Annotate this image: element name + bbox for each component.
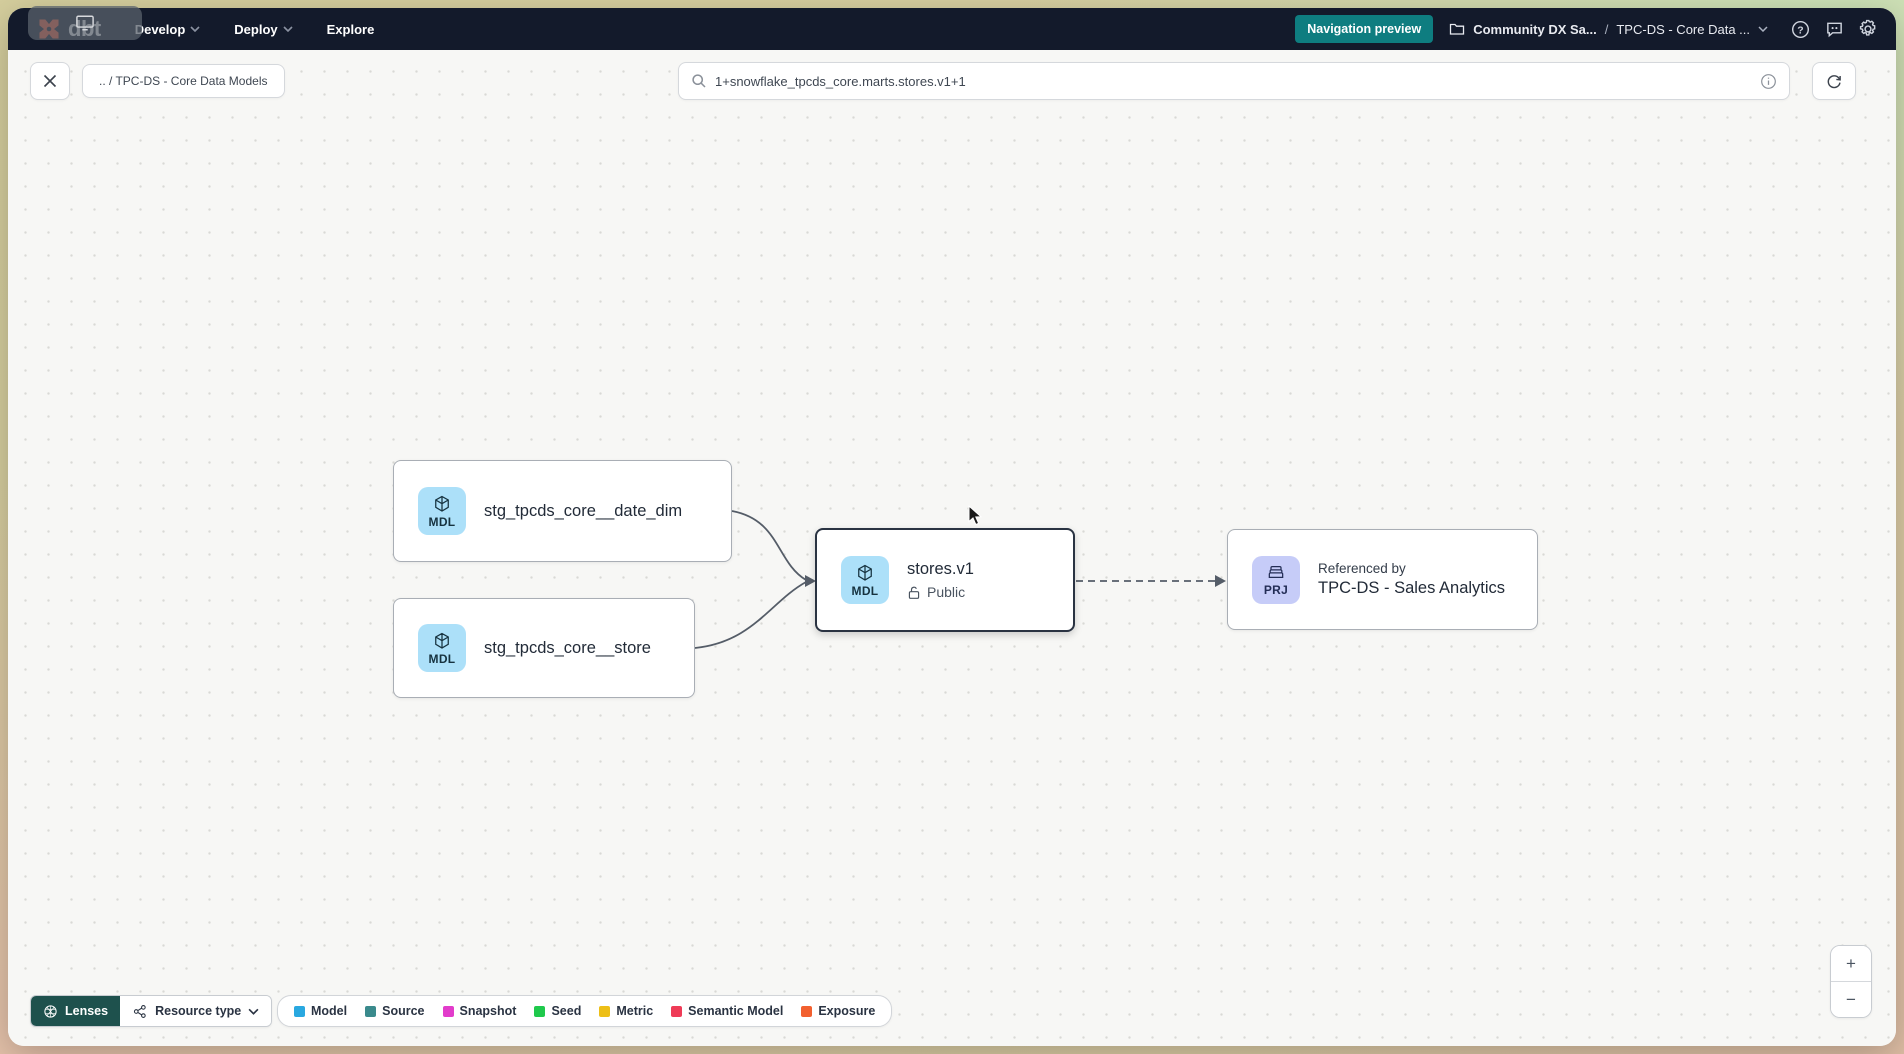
legend-label: Semantic Model bbox=[688, 1004, 783, 1018]
lineage-search-bar bbox=[678, 62, 1790, 100]
navigation-preview-badge[interactable]: Navigation preview bbox=[1295, 15, 1433, 43]
legend-swatch bbox=[443, 1006, 454, 1017]
breadcrumb-current[interactable]: TPC-DS - Core Data ... bbox=[1616, 22, 1750, 37]
node-access: Public bbox=[907, 584, 974, 600]
legend-label: Snapshot bbox=[460, 1004, 517, 1018]
screenshare-indicator bbox=[28, 6, 142, 40]
legend-swatch bbox=[599, 1006, 610, 1017]
model-badge: MDL bbox=[841, 556, 889, 604]
node-label: stg_tpcds_core__store bbox=[484, 639, 651, 658]
navbar-icons: ? bbox=[1790, 19, 1878, 39]
nav-explore-label: Explore bbox=[327, 22, 375, 37]
project-badge: PRJ bbox=[1252, 556, 1300, 604]
legend-label: Metric bbox=[616, 1004, 653, 1018]
navbar-right: Navigation preview Community DX Sa... / … bbox=[1295, 15, 1878, 43]
legend-label: Model bbox=[311, 1004, 347, 1018]
nav-explore[interactable]: Explore bbox=[327, 22, 375, 37]
refresh-lineage-button[interactable] bbox=[1812, 62, 1856, 100]
close-lineage-button[interactable] bbox=[30, 62, 70, 100]
legend-swatch bbox=[365, 1006, 376, 1017]
search-icon bbox=[691, 73, 707, 89]
node-stg-tpcds-core-store[interactable]: MDL stg_tpcds_core__store bbox=[393, 598, 695, 698]
unlock-icon bbox=[907, 585, 921, 600]
nav-develop[interactable]: Develop bbox=[135, 22, 201, 37]
cube-icon bbox=[432, 494, 452, 514]
legend-label: Source bbox=[382, 1004, 424, 1018]
main-nav: Develop Deploy Explore bbox=[135, 22, 375, 37]
badge-label: PRJ bbox=[1264, 583, 1288, 597]
feedback-icon[interactable] bbox=[1824, 19, 1844, 39]
node-label: TPC-DS - Sales Analytics bbox=[1318, 579, 1505, 598]
legend-swatch bbox=[294, 1006, 305, 1017]
svg-text:?: ? bbox=[1797, 25, 1803, 36]
project-stack-icon bbox=[1266, 562, 1286, 582]
resource-type-dropdown[interactable]: Resource type bbox=[120, 996, 271, 1026]
zoom-in-button[interactable]: + bbox=[1831, 946, 1871, 982]
lens-icon bbox=[43, 1004, 58, 1019]
node-stg-tpcds-core-date-dim[interactable]: MDL stg_tpcds_core__date_dim bbox=[393, 460, 732, 562]
node-label: stores.v1 bbox=[907, 560, 974, 579]
model-badge: MDL bbox=[418, 487, 466, 535]
legend-swatch bbox=[534, 1006, 545, 1017]
chevron-down-icon bbox=[248, 1008, 259, 1015]
legend-swatch bbox=[801, 1006, 812, 1017]
legend-item-model: Model bbox=[294, 1004, 347, 1018]
zoom-out-button[interactable]: − bbox=[1831, 982, 1871, 1017]
info-icon[interactable] bbox=[1760, 73, 1777, 90]
node-overline: Referenced by bbox=[1318, 561, 1505, 576]
node-stores-v1[interactable]: MDL stores.v1 Public bbox=[815, 528, 1075, 632]
chevron-down-icon[interactable] bbox=[1758, 26, 1768, 32]
app-window: dbt Develop Deploy Explore Navigation pr… bbox=[8, 8, 1896, 1046]
legend-item-snapshot: Snapshot bbox=[443, 1004, 517, 1018]
legend-label: Exposure bbox=[818, 1004, 875, 1018]
badge-label: MDL bbox=[852, 584, 879, 598]
node-label: stg_tpcds_core__date_dim bbox=[484, 502, 682, 521]
close-icon bbox=[42, 73, 58, 89]
lineage-selector-input[interactable] bbox=[715, 74, 1752, 89]
legend-item-semantic-model: Semantic Model bbox=[671, 1004, 783, 1018]
chevron-down-icon bbox=[190, 26, 200, 32]
legend-item-source: Source bbox=[365, 1004, 424, 1018]
lineage-canvas[interactable]: .. / TPC-DS - Core Data Models MDL stg_t… bbox=[8, 50, 1896, 1046]
breadcrumb: Community DX Sa... / TPC-DS - Core Data … bbox=[1449, 22, 1768, 37]
cube-icon bbox=[432, 631, 452, 651]
model-badge: MDL bbox=[418, 624, 466, 672]
resource-type-legend: Model Source Snapshot Seed Metric Semant… bbox=[277, 995, 892, 1027]
breadcrumb-project[interactable]: Community DX Sa... bbox=[1473, 22, 1597, 37]
cube-icon bbox=[855, 563, 875, 583]
nav-deploy[interactable]: Deploy bbox=[234, 22, 292, 37]
refresh-icon bbox=[1825, 72, 1843, 90]
resource-type-label: Resource type bbox=[155, 1004, 241, 1018]
legend-swatch bbox=[671, 1006, 682, 1017]
lenses-button[interactable]: Lenses bbox=[31, 996, 120, 1026]
badge-label: MDL bbox=[429, 515, 456, 529]
lenses-control-group: Lenses Resource type bbox=[30, 995, 272, 1027]
top-navbar: dbt Develop Deploy Explore Navigation pr… bbox=[8, 8, 1896, 50]
legend-label: Seed bbox=[551, 1004, 581, 1018]
nav-develop-label: Develop bbox=[135, 22, 186, 37]
nav-deploy-label: Deploy bbox=[234, 22, 277, 37]
access-label: Public bbox=[927, 584, 965, 600]
legend-item-metric: Metric bbox=[599, 1004, 653, 1018]
lenses-label: Lenses bbox=[65, 1004, 108, 1018]
resource-type-icon bbox=[132, 1004, 148, 1019]
model-path-chip[interactable]: .. / TPC-DS - Core Data Models bbox=[82, 64, 285, 98]
breadcrumb-separator: / bbox=[1605, 22, 1609, 37]
node-tpcds-sales-analytics[interactable]: PRJ Referenced by TPC-DS - Sales Analyti… bbox=[1227, 529, 1538, 630]
help-icon[interactable]: ? bbox=[1790, 19, 1810, 39]
legend-item-exposure: Exposure bbox=[801, 1004, 875, 1018]
zoom-controls: + − bbox=[1830, 945, 1872, 1018]
settings-gear-icon[interactable] bbox=[1858, 19, 1878, 39]
chevron-down-icon bbox=[283, 26, 293, 32]
badge-label: MDL bbox=[429, 652, 456, 666]
legend-item-seed: Seed bbox=[534, 1004, 581, 1018]
folder-icon bbox=[1449, 22, 1465, 36]
monitor-icon bbox=[74, 14, 96, 32]
